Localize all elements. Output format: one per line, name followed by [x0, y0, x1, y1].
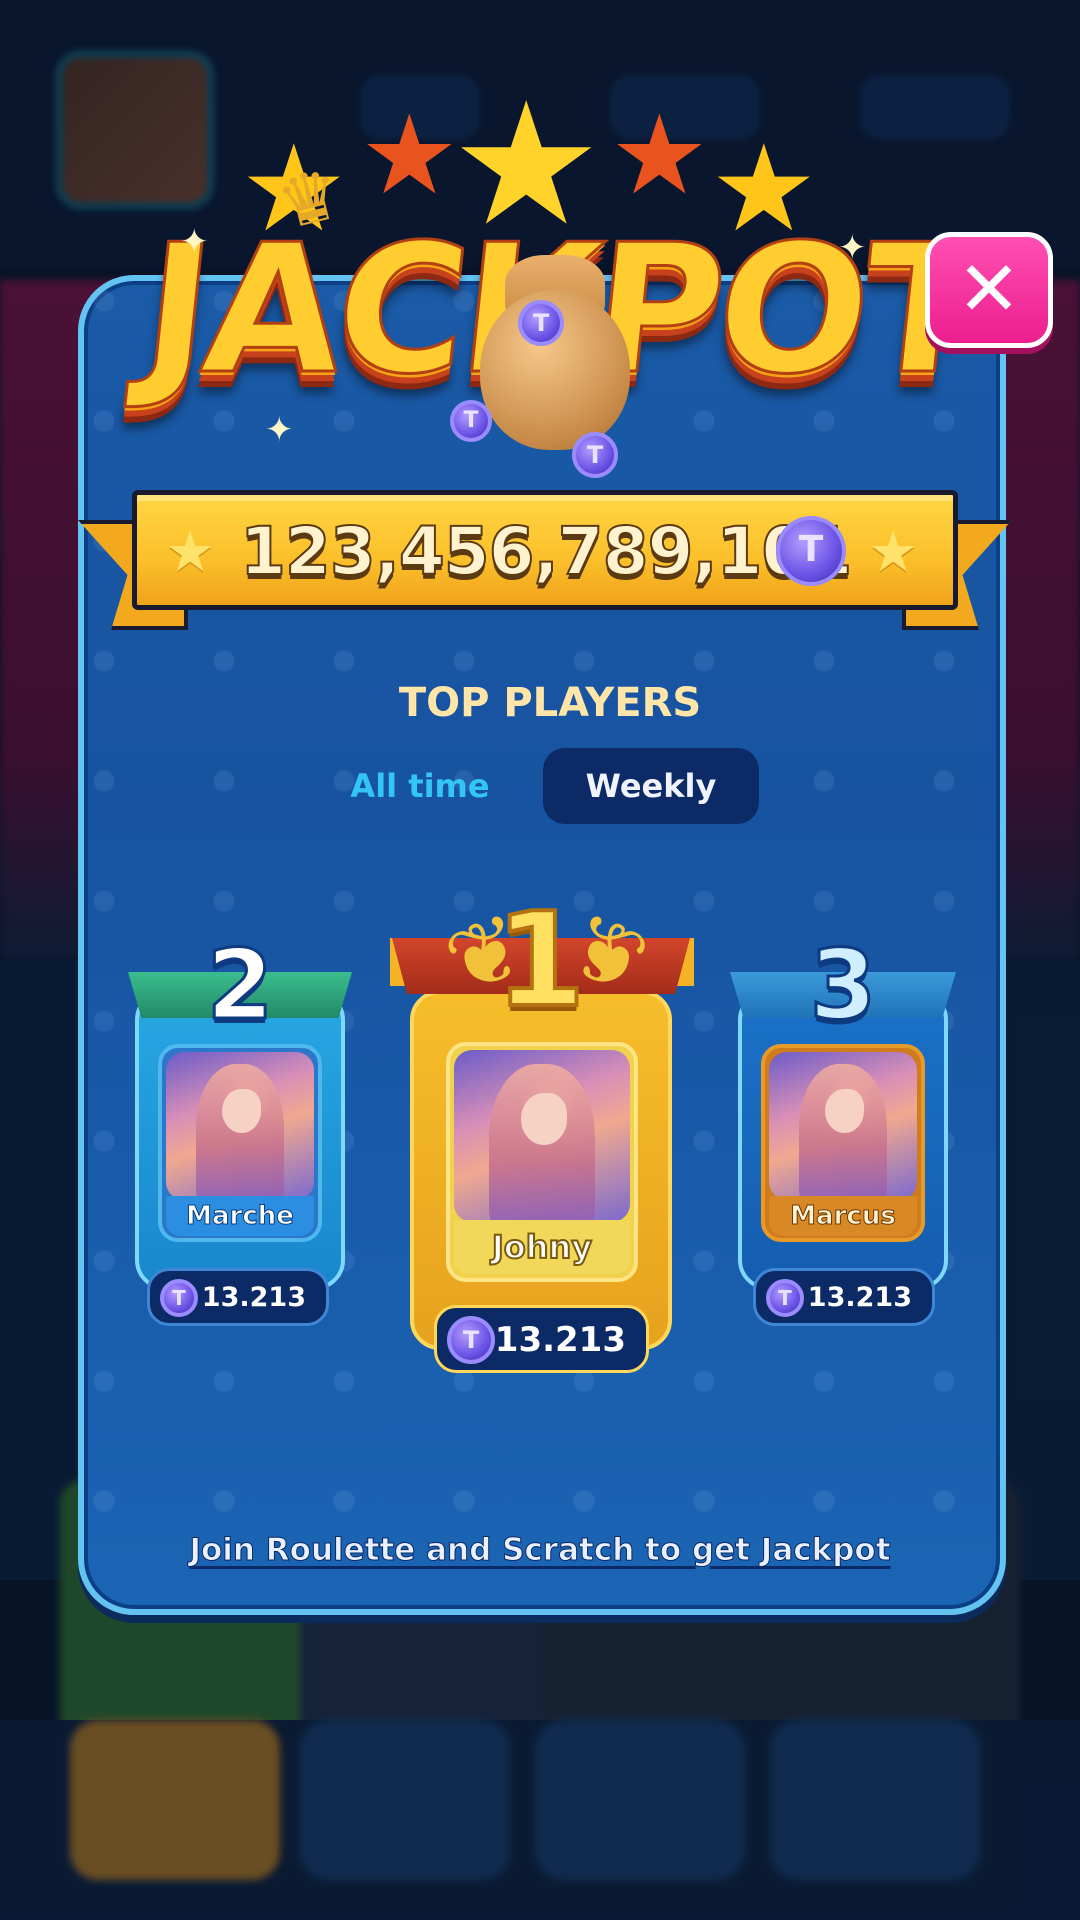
avatar: [454, 1050, 630, 1222]
player-name: Marcus: [769, 1196, 917, 1236]
player-name: Johny: [454, 1220, 630, 1274]
jackpot-amount: 123,456,789,101: [239, 512, 853, 591]
sparkle-icon: ✦: [265, 410, 294, 450]
score-value: 13.213: [201, 1282, 306, 1313]
close-icon: ✕: [957, 244, 1021, 333]
player-score: T 13.213: [753, 1268, 935, 1326]
player-score: T 13.213: [147, 1268, 329, 1326]
star-icon: ★: [610, 91, 709, 219]
avatar: [769, 1052, 917, 1200]
coin-icon: T: [160, 1279, 198, 1317]
tab-all-time[interactable]: All time: [330, 748, 510, 824]
coin-icon: T: [518, 300, 564, 346]
close-button[interactable]: ✕: [925, 232, 1053, 348]
coin-icon: T: [447, 1316, 495, 1364]
top-players-title: TOP PLAYERS: [398, 680, 702, 726]
star-icon: ★: [165, 520, 216, 585]
avatar: [166, 1052, 314, 1200]
star-icon: ★: [868, 520, 919, 585]
player-score: T 13.213: [434, 1305, 649, 1373]
coin-icon: T: [572, 432, 618, 478]
sparkle-icon: ✦: [838, 228, 867, 268]
tab-weekly[interactable]: Weekly: [543, 748, 759, 824]
join-jackpot-link[interactable]: Join Roulette and Scratch to get Jackpot: [180, 1525, 900, 1575]
sparkle-icon: ✦: [180, 222, 209, 262]
rank-number: 3: [808, 929, 878, 1041]
coin-icon: T: [766, 1279, 804, 1317]
player-name: Marche: [166, 1196, 314, 1236]
star-icon: ★: [360, 91, 459, 219]
rank-number: 2: [205, 929, 275, 1041]
score-value: 13.213: [494, 1320, 626, 1360]
score-value: 13.213: [807, 1282, 912, 1313]
coin-icon: T: [450, 400, 492, 442]
coin-icon: T: [776, 516, 846, 586]
rank-number: 1: [493, 884, 587, 1036]
